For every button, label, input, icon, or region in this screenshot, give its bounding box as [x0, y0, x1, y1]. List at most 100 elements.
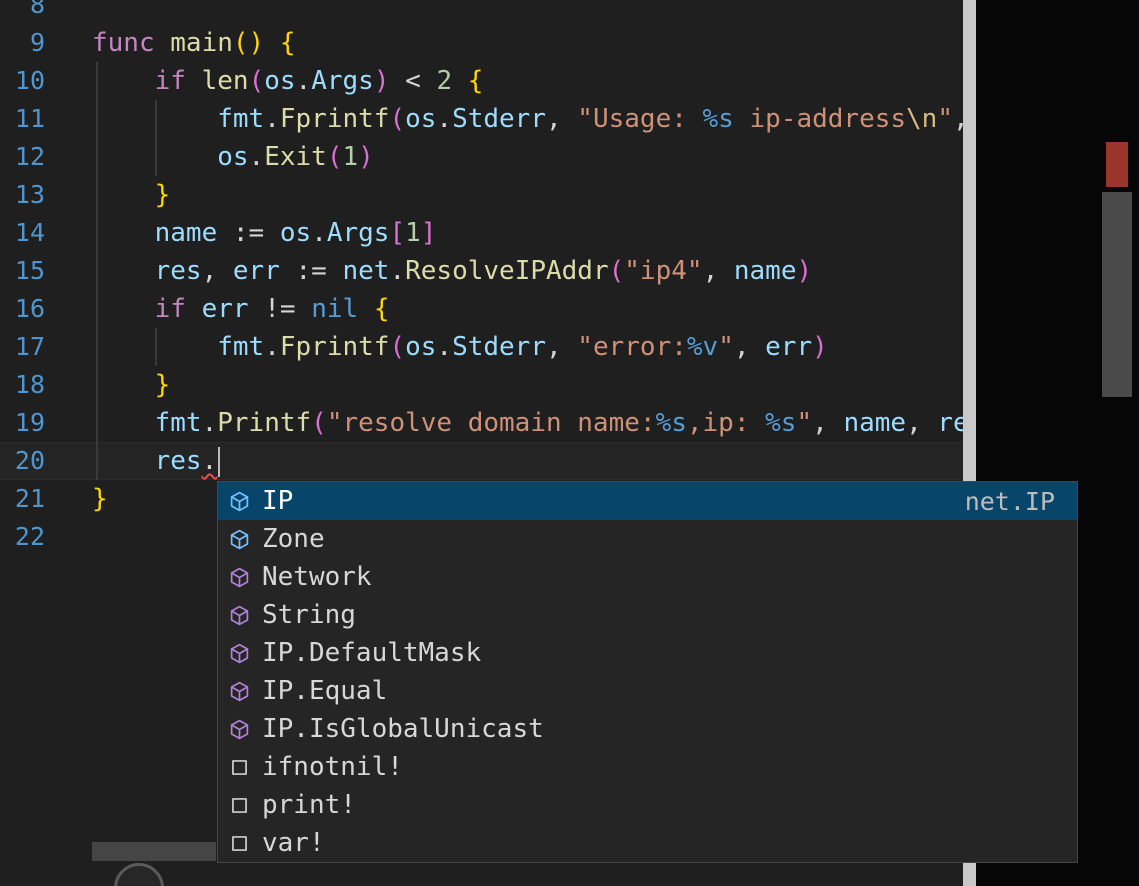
line-number[interactable]: 19 [0, 404, 45, 442]
code-token [186, 294, 202, 324]
line-number[interactable]: 18 [0, 366, 45, 404]
suggest-item-ip[interactable]: IPnet.IP [218, 482, 1077, 520]
code-token [92, 408, 155, 438]
line-number[interactable]: 22 [0, 518, 45, 556]
code-token: ) [797, 256, 813, 286]
line-number[interactable]: 9 [0, 24, 45, 62]
suggest-label: String [262, 596, 356, 634]
line-number[interactable]: 11 [0, 100, 45, 138]
code-token: [ [389, 218, 405, 248]
code-text: res. [45, 442, 963, 480]
code-line-16[interactable]: 16 if err != nil { [0, 290, 963, 328]
code-lines: 89func main() {10 if len(os.Args) < 2 {1… [0, 0, 963, 556]
code-token: != [249, 294, 312, 324]
suggest-item-string[interactable]: String [218, 596, 1077, 634]
code-token: ( [389, 332, 405, 362]
code-line-13[interactable]: 13 } [0, 176, 963, 214]
code-token: , [546, 104, 577, 134]
code-token: . [264, 332, 280, 362]
code-token [186, 66, 202, 96]
line-number[interactable]: 14 [0, 214, 45, 252]
snippet-icon [229, 833, 250, 854]
code-line-15[interactable]: 15 res, err := net.ResolveIPAddr("ip4", … [0, 252, 963, 290]
code-token: func [92, 28, 155, 58]
code-token: "Usage: [577, 104, 702, 134]
suggest-item-network[interactable]: Network [218, 558, 1077, 596]
horizontal-scrollbar-thumb[interactable] [92, 842, 216, 861]
code-text: if len(os.Args) < 2 { [45, 62, 963, 100]
code-token: . [436, 104, 452, 134]
code-line-19[interactable]: 19 fmt.Printf("resolve domain name:%s,ip… [0, 404, 963, 442]
code-line-17[interactable]: 17 fmt.Fprintf(os.Stderr, "error:%v", er… [0, 328, 963, 366]
code-text: name := os.Args[1] [45, 214, 963, 252]
code-token [92, 446, 155, 476]
code-token: len [202, 66, 249, 96]
code-token: res [155, 256, 202, 286]
code-text: res, err := net.ResolveIPAddr("ip4", nam… [45, 252, 963, 290]
code-token: ,ip: [687, 408, 765, 438]
code-line-11[interactable]: 11 fmt.Fprintf(os.Stderr, "Usage: %s ip-… [0, 100, 963, 138]
suggest-label: IP.DefaultMask [262, 634, 481, 672]
suggest-item-ifnotnil[interactable]: ifnotnil! [218, 748, 1077, 786]
symbol-method-icon [229, 643, 250, 664]
code-token: Stderr [452, 104, 546, 134]
code-text: fmt.Printf("resolve domain name:%s,ip: %… [45, 404, 963, 442]
code-token: err [233, 256, 280, 286]
code-token: < [389, 66, 436, 96]
code-token: := [280, 256, 343, 286]
suggest-item-ip-isglobalunicast[interactable]: IP.IsGlobalUnicast [218, 710, 1077, 748]
code-token: ( [609, 256, 625, 286]
code-token [92, 180, 155, 210]
code-token: , [906, 408, 937, 438]
code-line-9[interactable]: 9func main() { [0, 24, 963, 62]
line-number[interactable]: 17 [0, 328, 45, 366]
suggest-label: print! [262, 786, 356, 824]
code-token: " [796, 408, 812, 438]
floating-button[interactable] [114, 863, 164, 886]
code-token: fmt [217, 332, 264, 362]
suggest-item-var[interactable]: var! [218, 824, 1077, 862]
code-token: , [202, 256, 233, 286]
line-number[interactable]: 13 [0, 176, 45, 214]
code-token [92, 218, 155, 248]
code-token: main [170, 28, 233, 58]
suggest-item-ip-defaultmask[interactable]: IP.DefaultMask [218, 634, 1077, 672]
code-token: Stderr [452, 332, 546, 362]
code-token: if [155, 66, 186, 96]
line-number[interactable]: 8 [0, 0, 45, 24]
line-number[interactable]: 12 [0, 138, 45, 176]
code-line-20[interactable]: 20 res. [0, 442, 963, 480]
overview-ruler-error-marker [1106, 142, 1128, 187]
code-token: } [92, 484, 108, 514]
line-number[interactable]: 10 [0, 62, 45, 100]
code-token: net [343, 256, 390, 286]
code-token: Fprintf [280, 104, 390, 134]
code-line-14[interactable]: 14 name := os.Args[1] [0, 214, 963, 252]
line-number[interactable]: 16 [0, 290, 45, 328]
line-number[interactable]: 20 [0, 442, 45, 480]
code-token [92, 370, 155, 400]
line-number[interactable]: 15 [0, 252, 45, 290]
code-text: } [45, 366, 963, 404]
code-token: if [155, 294, 186, 324]
code-line-12[interactable]: 12 os.Exit(1) [0, 138, 963, 176]
code-line-8[interactable]: 8 [0, 0, 963, 24]
code-token [92, 332, 217, 362]
vertical-scrollbar-thumb[interactable] [1102, 192, 1132, 397]
suggest-label: IP [262, 482, 293, 520]
suggest-item-print[interactable]: print! [218, 786, 1077, 824]
code-token: %v [687, 332, 718, 362]
code-token: "resolve domain name: [327, 408, 656, 438]
snippet-icon [229, 757, 250, 778]
suggest-item-ip-equal[interactable]: IP.Equal [218, 672, 1077, 710]
code-token: { [280, 28, 296, 58]
code-token: ( [327, 142, 343, 172]
code-line-18[interactable]: 18 } [0, 366, 963, 404]
suggest-list: IPnet.IPZoneNetworkStringIP.DefaultMaskI… [218, 482, 1077, 862]
symbol-method-icon [229, 567, 250, 588]
code-token: os [405, 332, 436, 362]
code-token: ( [389, 104, 405, 134]
suggest-item-zone[interactable]: Zone [218, 520, 1077, 558]
line-number[interactable]: 21 [0, 480, 45, 518]
code-line-10[interactable]: 10 if len(os.Args) < 2 { [0, 62, 963, 100]
